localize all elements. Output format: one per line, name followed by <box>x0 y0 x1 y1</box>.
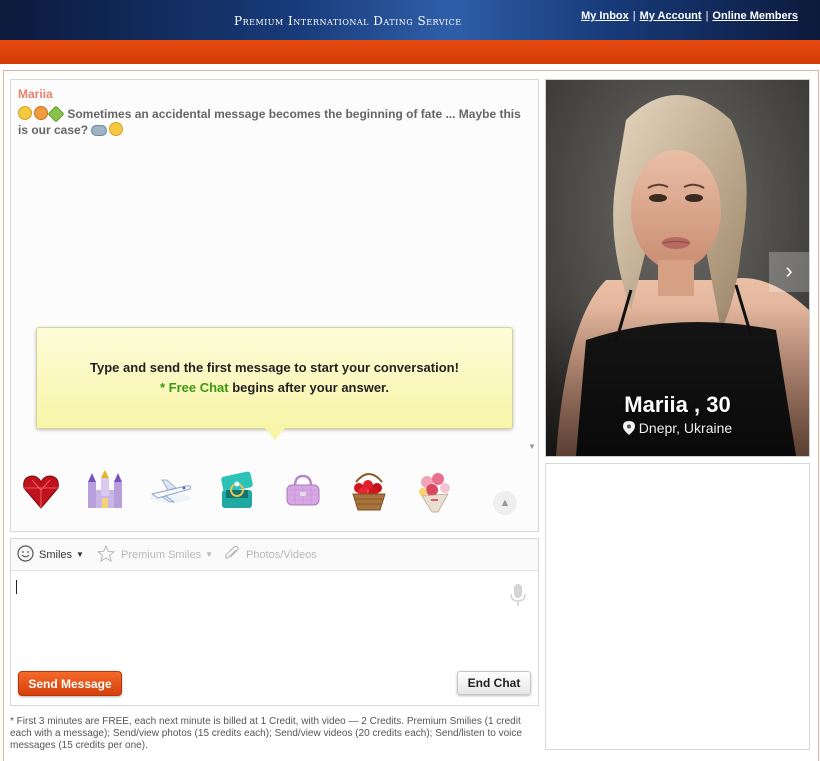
link-separator: | <box>632 10 636 22</box>
top-nav-links: My Inbox | My Account | Online Members <box>581 10 798 22</box>
profile-location-text: Dnepr, Ukraine <box>638 420 733 436</box>
billing-note: * First 3 minutes are FREE, each next mi… <box>10 716 522 751</box>
tooltip-line-2-text: begins after your answer. <box>228 380 390 395</box>
smile-emoji-icon <box>109 122 124 136</box>
link-separator: | <box>705 10 709 22</box>
rose-basket-icon[interactable] <box>346 468 392 514</box>
bouquet-icon[interactable] <box>412 468 458 514</box>
smile-emoji-icon <box>18 106 32 120</box>
online-members-link[interactable]: Online Members <box>712 10 798 22</box>
accent-bar <box>0 40 820 64</box>
star-icon <box>96 544 116 563</box>
side-panel <box>545 463 810 750</box>
profile-location: Dnepr, Ukraine <box>546 420 809 436</box>
location-pin-icon <box>622 421 635 435</box>
message-composer: Smiles ▼ Premium Smiles ▼ Photos/Videos Se… <box>10 538 539 706</box>
expand-gifts-button[interactable]: ▲ <box>493 491 517 515</box>
blush-emoji-icon <box>34 106 48 120</box>
next-photo-arrow-icon[interactable]: › <box>769 252 809 292</box>
chat-message: Sometimes an accidental message becomes … <box>18 105 528 138</box>
smiles-dropdown[interactable]: Smiles ▼ <box>17 545 84 562</box>
free-chat-label: * Free Chat <box>159 380 229 395</box>
premium-smiles-label: Premium Smiles <box>121 549 202 561</box>
chevron-down-icon: ▼ <box>76 550 84 559</box>
tooltip-line-1: Type and send the first message to start… <box>90 360 459 375</box>
my-account-link[interactable]: My Account <box>640 10 702 22</box>
tooltip-line-2: * Free Chat begins after your answer. <box>37 380 512 395</box>
sparkle-emoji-icon <box>47 105 65 123</box>
profile-name-age: Mariia , 30 <box>624 392 731 417</box>
my-inbox-link[interactable]: My Inbox <box>581 10 629 22</box>
scroll-down-arrow-icon[interactable]: ▼ <box>528 442 536 451</box>
message-input[interactable] <box>11 571 538 667</box>
premium-smiles-dropdown[interactable]: Premium Smiles ▼ <box>96 544 213 563</box>
smiley-icon <box>17 545 34 562</box>
cloud-emoji-icon <box>91 125 108 136</box>
send-message-button[interactable]: Send Message <box>18 671 122 696</box>
tooltip-pointer <box>265 428 285 440</box>
gift-strip: ▲ <box>10 462 537 518</box>
castle-icon[interactable] <box>82 468 128 514</box>
smiles-label: Smiles <box>39 549 73 561</box>
airplane-icon[interactable] <box>148 468 194 514</box>
chevron-down-icon: ▼ <box>205 550 213 559</box>
sender-name: Mariia <box>18 87 53 101</box>
profile-photo[interactable]: › Mariia , 30 Dnepr, Ukraine <box>545 79 810 457</box>
composer-toolbar: Smiles ▼ Premium Smiles ▼ Photos/Videos <box>11 539 538 571</box>
brand-title: Premium International Dating Service <box>234 14 462 28</box>
photos-videos-button[interactable]: Photos/Videos <box>223 545 317 562</box>
end-chat-button[interactable]: End Chat <box>457 671 531 695</box>
paperclip-icon <box>225 545 239 559</box>
handbag-icon[interactable] <box>280 468 326 514</box>
heart-gem-icon[interactable] <box>18 468 64 514</box>
ring-box-icon[interactable] <box>214 468 260 514</box>
text-cursor <box>16 580 17 594</box>
first-message-tooltip: Type and send the first message to start… <box>36 327 513 440</box>
microphone-icon[interactable] <box>509 583 527 607</box>
photos-videos-label: Photos/Videos <box>246 549 317 561</box>
top-header: Premium International Dating Service My … <box>0 0 820 40</box>
